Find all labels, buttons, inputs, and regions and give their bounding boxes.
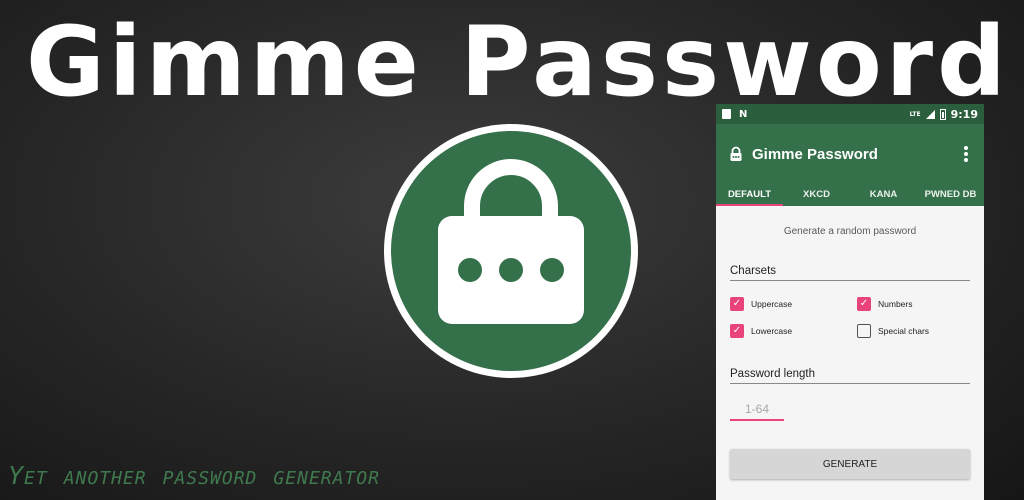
tab-kana[interactable]: KANA — [850, 184, 917, 206]
checkbox-unchecked-icon[interactable] — [857, 324, 871, 338]
checkbox-label: Lowercase — [751, 326, 793, 336]
generate-button[interactable]: GENERATE — [730, 449, 970, 479]
charsets-heading: Charsets — [730, 265, 970, 281]
default-tab-content: Generate a random password Charsets ✓ Up… — [716, 226, 984, 479]
tab-pwned-db[interactable]: PWNED DB — [917, 184, 984, 206]
lock-icon — [391, 131, 631, 371]
uppercase-checkbox[interactable]: ✓ Uppercase — [730, 297, 850, 311]
app-logo — [384, 124, 638, 378]
nfc-icon: N — [739, 108, 748, 120]
tab-default[interactable]: DEFAULT — [716, 184, 783, 206]
charset-options: ✓ Uppercase ✓ Numbers ✓ Lowercase Specia… — [730, 297, 970, 338]
checkbox-checked-icon[interactable]: ✓ — [730, 297, 744, 311]
numbers-checkbox[interactable]: ✓ Numbers — [850, 297, 970, 311]
tab-bar: DEFAULT XKCD KANA PWNED DB — [716, 184, 984, 206]
battery-icon — [939, 108, 946, 120]
app-title: Gimme Password — [752, 145, 878, 163]
checkbox-checked-icon[interactable]: ✓ — [857, 297, 871, 311]
password-length-heading: Password length — [730, 368, 970, 384]
lock-icon — [730, 146, 742, 161]
checkbox-label: Special chars — [878, 326, 930, 336]
overflow-menu-icon[interactable] — [960, 142, 972, 166]
tagline: Yet another password generator — [8, 461, 380, 490]
special-chars-checkbox[interactable]: Special chars — [850, 324, 970, 338]
password-length-input[interactable]: 1-64 — [730, 402, 784, 421]
checkbox-label: Uppercase — [751, 299, 793, 309]
app-bar: Gimme Password — [716, 124, 984, 184]
tab-xkcd[interactable]: XKCD — [783, 184, 850, 206]
lte-indicator: LTE — [909, 110, 921, 118]
page-subtitle: Generate a random password — [783, 226, 917, 237]
checkbox-label: Numbers — [878, 299, 913, 309]
signal-icon — [925, 109, 935, 119]
status-bar: N LTE 9:19 — [716, 104, 984, 124]
sd-card-icon — [722, 109, 731, 119]
checkbox-checked-icon[interactable]: ✓ — [730, 324, 744, 338]
status-time: 9:19 — [950, 107, 978, 121]
lowercase-checkbox[interactable]: ✓ Lowercase — [730, 324, 850, 338]
phone-screen: N LTE 9:19 Gimme Password DEFAULT XKCD K… — [716, 104, 984, 500]
